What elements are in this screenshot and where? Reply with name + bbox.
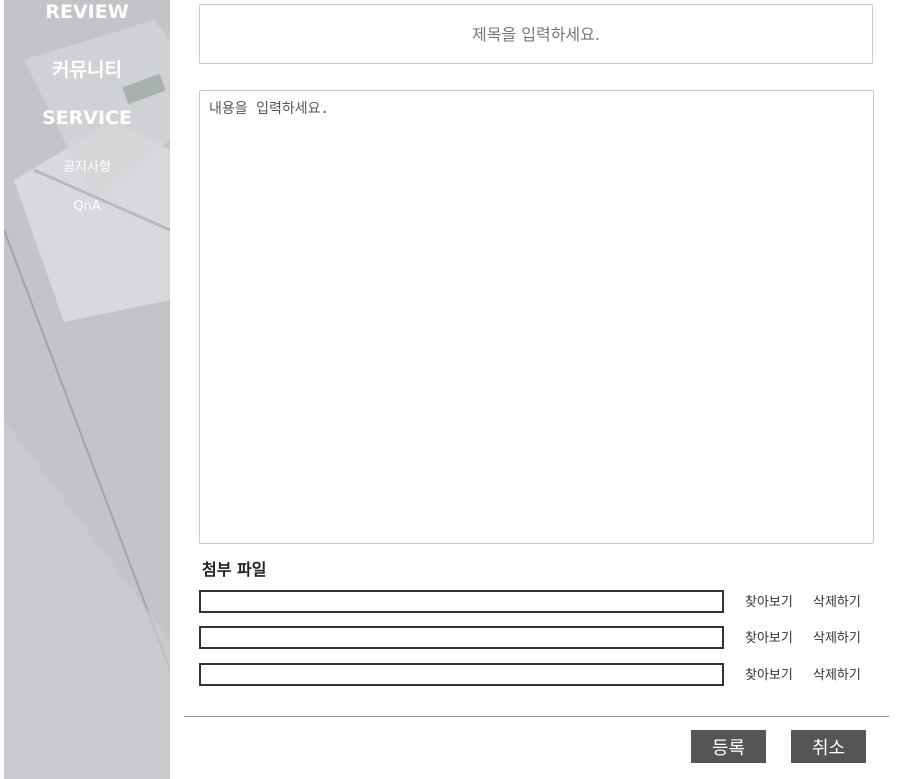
sidebar-item-community[interactable]: 커뮤니티 <box>4 55 170 82</box>
cancel-button[interactable]: 취소 <box>791 730 866 763</box>
sidebar-item-notice[interactable]: 공지사항 <box>4 156 170 175</box>
file-path-field[interactable] <box>199 626 724 649</box>
delete-button[interactable]: 삭제하기 <box>813 627 861 646</box>
divider <box>184 716 889 717</box>
sidebar-item-review[interactable]: REVIEW <box>4 1 170 23</box>
file-path-field[interactable] <box>199 663 724 686</box>
delete-button[interactable]: 삭제하기 <box>813 591 861 610</box>
file-path-field[interactable] <box>199 590 724 613</box>
sidebar-item-qna[interactable]: QnA <box>4 199 170 214</box>
sidebar-item-service[interactable]: SERVICE <box>4 107 170 129</box>
sidebar: REVIEW 커뮤니티 SERVICE 공지사항 QnA <box>0 0 170 779</box>
title-input[interactable] <box>199 4 873 64</box>
content-textarea[interactable] <box>199 90 874 544</box>
browse-button[interactable]: 찾아보기 <box>745 664 793 683</box>
submit-button[interactable]: 등록 <box>691 730 766 763</box>
delete-button[interactable]: 삭제하기 <box>813 664 861 683</box>
attachment-row: 찾아보기 삭제하기 <box>199 626 879 650</box>
attachment-row: 찾아보기 삭제하기 <box>199 663 879 687</box>
browse-button[interactable]: 찾아보기 <box>745 591 793 610</box>
attachment-row: 찾아보기 삭제하기 <box>199 590 879 614</box>
attachments-heading: 첨부 파일 <box>202 560 267 579</box>
browse-button[interactable]: 찾아보기 <box>745 627 793 646</box>
